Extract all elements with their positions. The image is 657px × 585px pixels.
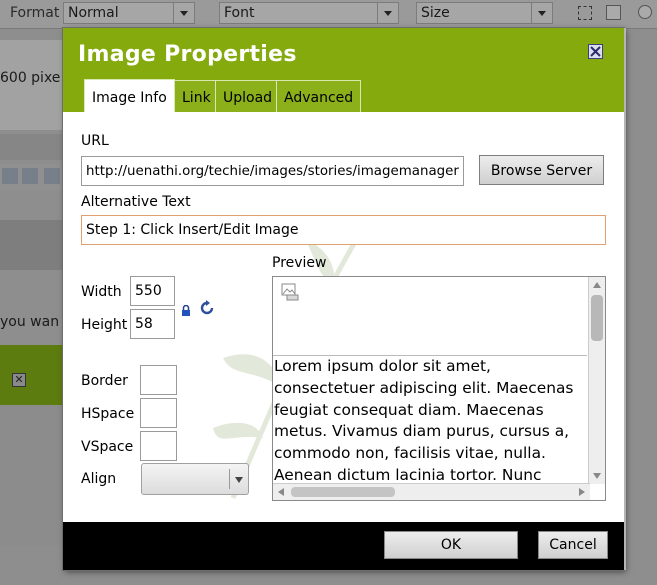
preview-vertical-scrollbar[interactable]: [588, 277, 605, 484]
preview-label: Preview: [272, 255, 327, 271]
close-button[interactable]: [588, 44, 603, 59]
chevron-down-icon: [531, 3, 552, 23]
align-label: Align: [81, 471, 117, 487]
hspace-input[interactable]: [140, 398, 177, 428]
toolbar-icon[interactable]: [2, 168, 18, 184]
toolbar-icon[interactable]: [22, 168, 38, 184]
alt-text-input[interactable]: [81, 215, 606, 245]
scroll-left-icon[interactable]: [278, 488, 284, 496]
tab-image-info[interactable]: Image Info: [84, 79, 175, 113]
editor-divider: [0, 134, 70, 160]
editor-icon-bar: [0, 164, 64, 190]
preview-box[interactable]: Lorem ipsum dolor sit amet, consectetuer…: [272, 276, 606, 501]
size-combo-value: Size: [421, 5, 450, 21]
height-label: Height: [81, 317, 128, 333]
url-input[interactable]: [81, 156, 464, 186]
border-label: Border: [81, 373, 128, 389]
radio-icon[interactable]: [638, 5, 652, 19]
font-combo-value: Font: [224, 5, 255, 21]
width-input[interactable]: [130, 276, 175, 306]
format-label: Format: [10, 5, 60, 21]
preview-text: Lorem ipsum dolor sit amet, consectetuer…: [274, 357, 574, 500]
width-label: Width: [81, 284, 122, 300]
size-combo[interactable]: Size: [416, 2, 553, 24]
alt-text-label: Alternative Text: [81, 194, 191, 210]
border-input[interactable]: [140, 365, 177, 395]
dialog-footer: OK Cancel: [63, 522, 624, 570]
format-combo-value: Normal: [68, 5, 119, 21]
scroll-down-icon[interactable]: [593, 473, 601, 479]
image-placeholder-icon: [281, 283, 299, 301]
dialog-edge: [624, 28, 626, 570]
tab-advanced[interactable]: Advanced: [276, 80, 362, 112]
lock-icon[interactable]: [181, 305, 191, 316]
format-combo[interactable]: Normal: [63, 2, 195, 24]
scroll-thumb[interactable]: [291, 487, 395, 497]
hspace-label: HSpace: [81, 406, 135, 422]
scroll-up-icon[interactable]: [593, 282, 601, 288]
dialog-titlebar: Image Properties Image Info Link Upload …: [63, 28, 624, 113]
background-dialog-header: [0, 345, 64, 405]
select-all-icon[interactable]: [578, 6, 592, 20]
scroll-thumb[interactable]: [591, 295, 603, 341]
font-combo[interactable]: Font: [219, 2, 399, 24]
preview-horizontal-scrollbar[interactable]: [273, 483, 590, 500]
dialog-title: Image Properties: [78, 42, 297, 67]
chevron-down-icon: [377, 3, 398, 23]
browse-server-button[interactable]: Browse Server: [479, 155, 604, 185]
editor-toolbar: Format Normal Font Size: [0, 0, 657, 29]
reset-size-icon[interactable]: [199, 300, 215, 316]
scroll-right-icon[interactable]: [579, 488, 585, 496]
editor-area: [0, 405, 70, 545]
select-separator: [229, 469, 230, 489]
chevron-down-icon: [173, 3, 194, 23]
chevron-down-icon: [235, 477, 243, 483]
tab-link[interactable]: Link: [174, 80, 219, 112]
editor-text-fragment: 600 pixe: [0, 70, 61, 86]
editor-text-fragment: you wan: [0, 314, 60, 330]
tab-upload[interactable]: Upload: [215, 80, 281, 112]
vspace-label: VSpace: [81, 439, 134, 455]
image-properties-dialog: Image Properties Image Info Link Upload …: [63, 28, 624, 570]
toolbar-icon[interactable]: [44, 168, 60, 184]
align-select[interactable]: [141, 463, 249, 495]
checkbox-icon[interactable]: [606, 5, 621, 20]
cancel-button[interactable]: Cancel: [538, 531, 608, 559]
preview-image-area: [273, 277, 587, 356]
vspace-input[interactable]: [140, 431, 177, 461]
close-icon: ✕: [12, 373, 26, 387]
editor-divider: [0, 220, 70, 270]
close-icon: [590, 46, 601, 57]
ok-button[interactable]: OK: [384, 531, 518, 559]
height-input[interactable]: [130, 309, 175, 339]
url-label: URL: [81, 133, 109, 149]
